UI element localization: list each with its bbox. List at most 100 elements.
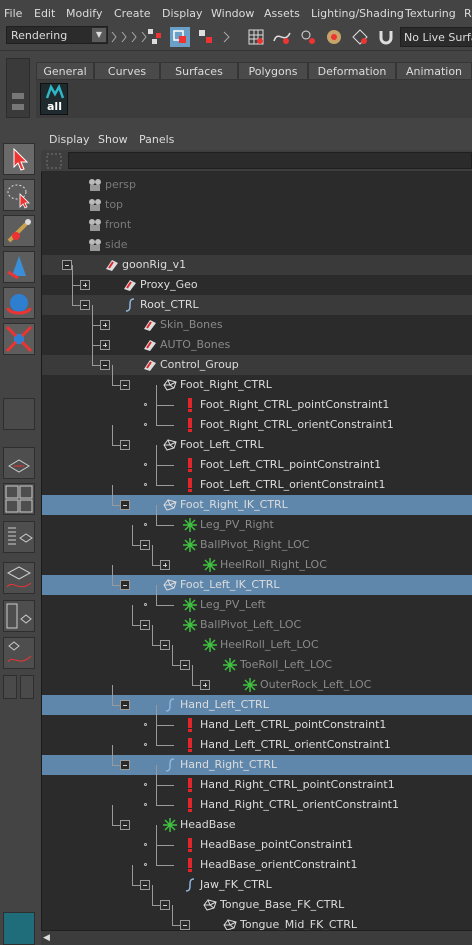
menu-render[interactable]: R <box>464 7 472 20</box>
outliner-row[interactable]: Hand_Right_CTRL_orientConstraint1 <box>42 785 472 815</box>
collapse-button[interactable] <box>120 760 130 770</box>
collapse-button[interactable] <box>120 440 130 450</box>
scale-tool-icon[interactable] <box>3 323 35 355</box>
outliner-row[interactable]: Root_CTRL <box>42 285 472 315</box>
menu-display[interactable]: Display <box>162 7 203 20</box>
outliner-row[interactable]: OuterRock_Left_LOC <box>42 665 472 695</box>
shelf-editor-icon[interactable] <box>12 104 24 110</box>
snap-view-plane-icon[interactable] <box>324 27 344 47</box>
live-surface-field[interactable]: No Live Surface <box>400 27 472 47</box>
outliner-row[interactable]: Jaw_FK_CTRL <box>42 865 472 895</box>
outliner-row[interactable]: front <box>42 215 472 235</box>
outliner-row[interactable]: Leg_PV_Left <box>42 585 472 615</box>
outliner-row[interactable]: ToeRoll_Left_LOC <box>42 645 472 675</box>
outliner-row[interactable]: Foot_Left_CTRL_pointConstraint1 <box>42 445 472 475</box>
graph-editor-layout-icon[interactable] <box>3 562 35 594</box>
outliner-row[interactable]: persp <box>42 175 472 195</box>
collapse-button[interactable] <box>180 660 190 670</box>
single-pane-layout-icon[interactable] <box>3 447 35 479</box>
paint-select-icon[interactable] <box>3 215 35 247</box>
magnet-icon[interactable] <box>376 27 396 47</box>
menu-modify[interactable]: Modify <box>66 7 102 20</box>
lasso-tool-icon[interactable] <box>3 179 35 211</box>
outliner-row[interactable]: HeelRoll_Left_LOC <box>42 625 472 655</box>
hypershade-layout-icon[interactable] <box>3 600 35 632</box>
tab-surfaces[interactable]: Surfaces <box>160 62 238 80</box>
outliner-row[interactable]: Hand_Left_CTRL_pointConstraint1 <box>42 705 472 735</box>
outliner-search-input[interactable] <box>68 152 472 169</box>
make-live-icon[interactable] <box>350 27 370 47</box>
outliner-row[interactable]: Hand_Left_CTRL_orientConstraint1 <box>42 725 472 755</box>
select-by-hierarchy-icon[interactable] <box>146 27 166 47</box>
expand-button[interactable] <box>100 340 110 350</box>
horizontal-scrollbar[interactable]: ◀ <box>41 930 472 945</box>
tab-curves[interactable]: Curves <box>94 62 160 80</box>
layout-menu-down-icon-2[interactable] <box>20 675 34 699</box>
menu-create[interactable]: Create <box>114 7 151 20</box>
collapse-button[interactable] <box>120 500 130 510</box>
outliner-row[interactable]: HeadBase <box>42 805 472 835</box>
outliner-row[interactable]: BallPivot_Right_LOC <box>42 525 472 555</box>
outliner-row[interactable]: Foot_Right_IK_CTRL <box>42 485 472 515</box>
outliner-row[interactable]: Foot_Right_CTRL_orientConstraint1 <box>42 405 472 435</box>
expand-button[interactable] <box>100 320 110 330</box>
outliner-row[interactable]: side <box>42 235 472 255</box>
outliner-row[interactable]: Hand_Left_CTRL <box>42 685 472 715</box>
dope-sheet-layout-icon[interactable] <box>3 637 35 669</box>
outliner-row[interactable]: Tongue_Base_FK_CTRL <box>42 885 472 915</box>
outliner-row[interactable]: Foot_Left_IK_CTRL <box>42 565 472 595</box>
tab-animation[interactable]: Animation <box>396 62 472 80</box>
snap-point-icon[interactable] <box>298 27 318 47</box>
shelf-button-all[interactable]: all <box>40 83 68 115</box>
collapse-button[interactable] <box>62 260 72 270</box>
last-tool-slot[interactable] <box>3 398 35 430</box>
outliner-row[interactable]: HeadBase_orientConstraint1 <box>42 845 472 875</box>
scroll-left-icon[interactable]: ◀ <box>43 933 53 943</box>
tab-polygons[interactable]: Polygons <box>238 62 308 80</box>
outliner-row[interactable]: Foot_Left_CTRL_orientConstraint1 <box>42 465 472 495</box>
collapse-button[interactable] <box>100 360 110 370</box>
tab-deformation[interactable]: Deformation <box>308 62 396 80</box>
outliner-row[interactable]: HeadBase_pointConstraint1 <box>42 825 472 855</box>
outliner-menu-show[interactable]: Show <box>98 133 128 146</box>
outliner-row[interactable]: Foot_Left_CTRL <box>42 425 472 455</box>
outliner-menu-panels[interactable]: Panels <box>139 133 174 146</box>
outliner-row[interactable]: goonRig_v1 <box>42 255 472 275</box>
snap-curve-icon[interactable] <box>272 27 292 47</box>
outliner-menu-display[interactable]: Display <box>49 133 90 146</box>
menu-file[interactable]: File <box>4 7 22 20</box>
outliner-persp-layout-icon[interactable] <box>3 521 35 553</box>
select-by-component-icon[interactable] <box>196 27 216 47</box>
collapse-button[interactable] <box>120 580 130 590</box>
menu-set-select[interactable]: Rendering ▼ <box>6 26 108 44</box>
outliner-row[interactable]: Hand_Right_CTRL_pointConstraint1 <box>42 765 472 795</box>
four-pane-layout-icon[interactable] <box>3 483 35 515</box>
outliner-row[interactable]: Foot_Right_CTRL_pointConstraint1 <box>42 385 472 415</box>
rotate-tool-icon[interactable] <box>3 287 35 319</box>
collapse-button[interactable] <box>160 640 170 650</box>
outliner-row[interactable]: Skin_Bones <box>42 305 472 335</box>
outliner-row[interactable]: Hand_Right_CTRL <box>42 745 472 775</box>
collapse-button[interactable] <box>120 700 130 710</box>
menu-texturing[interactable]: Texturing <box>405 7 456 20</box>
outliner-row[interactable]: top <box>42 195 472 215</box>
select-by-object-icon[interactable] <box>170 27 190 47</box>
expand-button[interactable] <box>160 560 170 570</box>
menu-assets[interactable]: Assets <box>264 7 300 20</box>
menu-edit[interactable]: Edit <box>34 7 55 20</box>
collapse-button[interactable] <box>80 300 90 310</box>
outliner-row[interactable]: AUTO_Bones <box>42 325 472 355</box>
collapse-button[interactable] <box>140 540 150 550</box>
shelf-menu-icon[interactable] <box>12 93 24 99</box>
outliner-row[interactable]: Leg_PV_Right <box>42 505 472 535</box>
collapse-button[interactable] <box>180 920 190 930</box>
menu-lighting-shading[interactable]: Lighting/Shading <box>311 7 404 20</box>
outliner-row[interactable]: BallPivot_Left_LOC <box>42 605 472 635</box>
expand-button[interactable] <box>200 680 210 690</box>
select-tool-icon[interactable] <box>3 143 35 175</box>
collapse-arrows-icon[interactable] <box>110 29 150 45</box>
outliner-row[interactable]: Foot_Right_CTRL <box>42 365 472 395</box>
collapse-button[interactable] <box>120 820 130 830</box>
collapse-button[interactable] <box>120 380 130 390</box>
collapse-button[interactable] <box>140 620 150 630</box>
